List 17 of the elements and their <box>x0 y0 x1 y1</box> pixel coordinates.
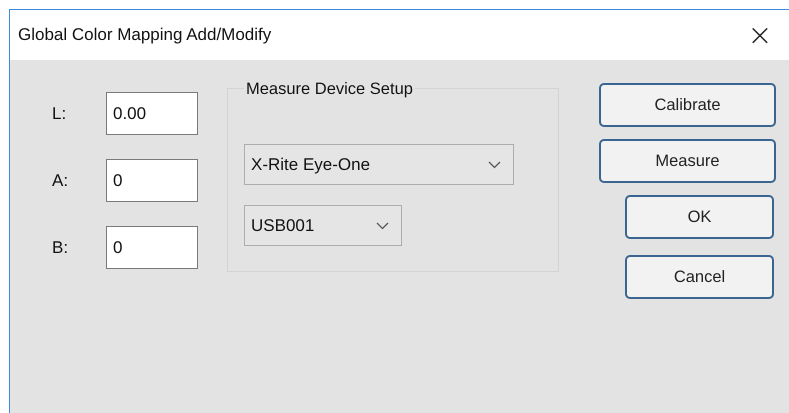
input-field[interactable]: 0 <box>106 226 198 269</box>
dialog-button[interactable]: Cancel <box>625 255 774 299</box>
dialog-button[interactable]: Measure <box>599 139 776 183</box>
field-label: B: <box>52 238 70 258</box>
chevron-icon <box>376 222 389 230</box>
dropdown[interactable]: USB001 <box>244 205 402 246</box>
field-label: A: <box>52 170 70 190</box>
input-field[interactable]: 0 <box>106 159 198 202</box>
window-title: Global Color Mapping Add/Modify <box>18 25 272 45</box>
field-label: L: <box>52 104 68 124</box>
chevron-icon <box>488 160 501 168</box>
dialog-button[interactable]: Calibrate <box>599 83 776 127</box>
group-title: Measure Device Setup <box>244 80 415 99</box>
dialog-button[interactable]: OK <box>625 195 774 239</box>
input-field[interactable]: 0.00 <box>106 92 198 135</box>
dropdown[interactable]: X-Rite Eye-One <box>244 144 514 185</box>
close-button[interactable]: × <box>735 13 785 57</box>
